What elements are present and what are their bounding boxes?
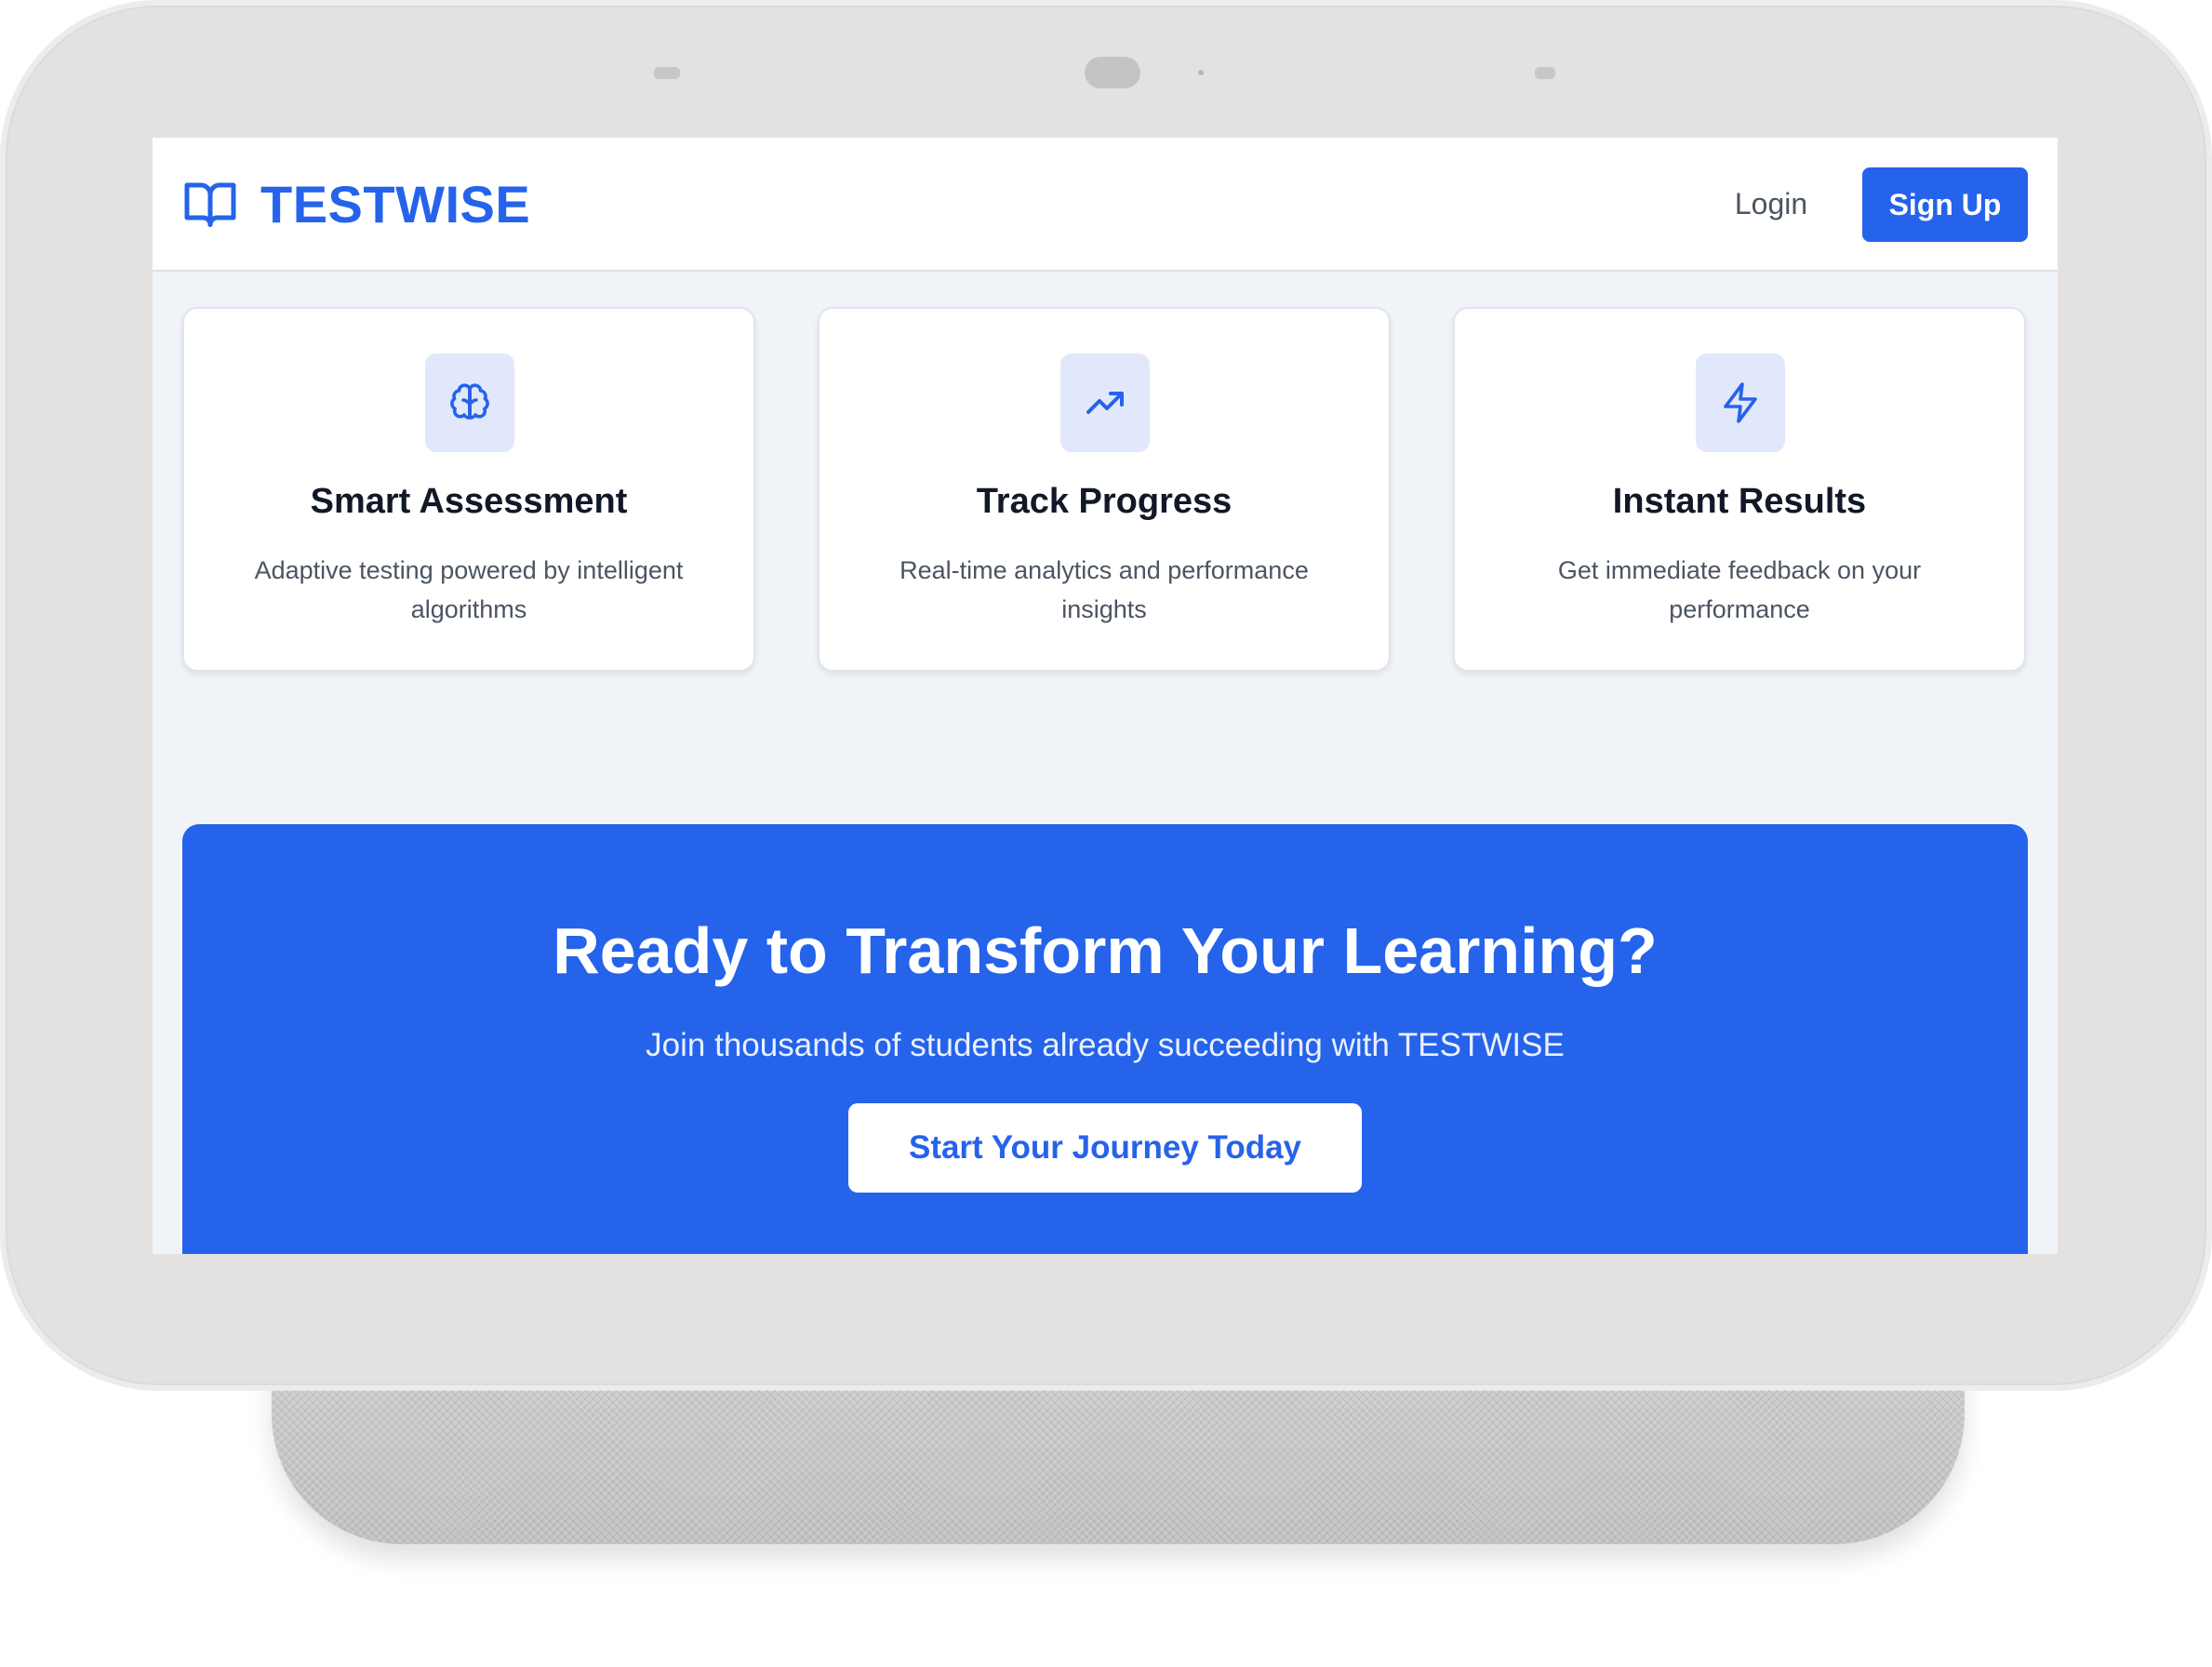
device-screen: TESTWISE Login Sign Up Smart Assessment … <box>153 138 2058 1254</box>
feature-title: Instant Results <box>1612 482 1867 521</box>
feature-description: Adaptive testing powered by intelligent … <box>254 556 684 623</box>
feature-description: Get immediate feedback on your performan… <box>1557 556 1922 623</box>
top-navbar: TESTWISE Login Sign Up <box>153 138 2058 272</box>
brain-icon <box>425 353 514 452</box>
feature-title: Smart Assessment <box>310 482 628 521</box>
feature-card-track-progress: Track Progress Real-time analytics and p… <box>818 307 1391 672</box>
device-camera <box>1085 57 1140 88</box>
lightning-bolt-icon <box>1696 353 1785 452</box>
feature-card-smart-assessment: Smart Assessment Adaptive testing powere… <box>182 307 755 672</box>
feature-card-instant-results: Instant Results Get immediate feedback o… <box>1453 307 2026 672</box>
trending-up-icon <box>1060 353 1150 452</box>
cta-subtitle: Join thousands of students already succe… <box>646 1027 1565 1063</box>
start-journey-button[interactable]: Start Your Journey Today <box>848 1103 1362 1193</box>
cta-banner: Ready to Transform Your Learning? Join t… <box>182 824 2028 1254</box>
device-sensor <box>654 67 680 79</box>
feature-description: Real-time analytics and performance insi… <box>899 556 1309 623</box>
device-sensor <box>1535 67 1555 79</box>
feature-title: Track Progress <box>976 482 1233 521</box>
login-link[interactable]: Login <box>1697 180 1846 227</box>
cta-title: Ready to Transform Your Learning? <box>553 914 1658 987</box>
signup-button[interactable]: Sign Up <box>1862 167 2028 242</box>
brand-logo[interactable]: TESTWISE <box>182 167 530 240</box>
brand-name: TESTWISE <box>260 174 531 233</box>
book-open-icon <box>182 176 238 232</box>
device-indicator-light <box>1198 70 1204 75</box>
